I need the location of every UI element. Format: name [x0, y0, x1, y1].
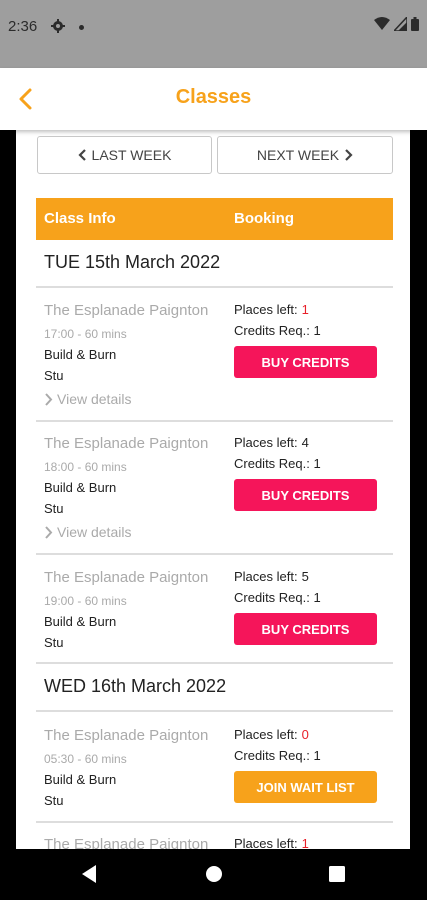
places-left: Places left: 1 [234, 836, 309, 849]
class-row: The Esplanade Paignton 19:00 - 60 mins B… [36, 569, 393, 661]
class-location: The Esplanade Paignton [44, 727, 209, 744]
places-left: Places left: 4 [234, 435, 309, 450]
view-details-label: View details [57, 391, 132, 407]
next-week-button[interactable]: NEXT WEEK [217, 136, 393, 174]
status-bar: 2:36 [0, 0, 427, 68]
places-count: 1 [301, 836, 309, 849]
places-count: 1 [301, 302, 309, 317]
system-nav-bar [0, 849, 427, 900]
class-row: The Esplanade Paignton 18:00 - 60 mins B… [36, 435, 393, 553]
view-details-label: View details [57, 524, 132, 540]
credits-required: Credits Req.: 1 [234, 456, 321, 471]
nav-back-icon[interactable] [80, 863, 98, 885]
class-time: 19:00 - 60 mins [44, 594, 127, 608]
places-count: 5 [301, 569, 309, 584]
notification-dot-icon [79, 25, 84, 30]
nav-recents-icon[interactable] [328, 863, 346, 885]
buy-credits-button[interactable]: BUY CREDITS [234, 613, 377, 645]
class-location: The Esplanade Paignton [44, 569, 209, 586]
credits-required: Credits Req.: 1 [234, 748, 321, 763]
class-name: Build & Burn [44, 347, 117, 362]
class-name: Build & Burn [44, 772, 117, 787]
status-time: 2:36 [8, 18, 38, 35]
settings-gear-icon [51, 19, 65, 33]
class-name: Build & Burn [44, 480, 117, 495]
view-details-link[interactable]: View details [44, 524, 131, 540]
places-left: Places left: 1 [234, 302, 309, 317]
app-bar: Classes [0, 68, 427, 130]
class-time: 05:30 - 60 mins [44, 752, 127, 766]
wifi-icon [374, 17, 390, 30]
divider [36, 821, 393, 823]
nav-home-icon[interactable] [204, 863, 224, 885]
class-instructor: Stu [44, 793, 64, 808]
table-header: Class Info Booking [36, 198, 393, 240]
divider [36, 286, 393, 288]
class-row: The Esplanade Paignton 17:00 - 60 mins B… [36, 302, 393, 420]
buy-credits-button[interactable]: BUY CREDITS [234, 479, 377, 511]
week-navigation: LAST WEEK NEXT WEEK [37, 136, 393, 174]
next-week-label: NEXT WEEK [256, 147, 340, 163]
view-details-link[interactable]: View details [44, 391, 131, 407]
credits-required: Credits Req.: 1 [234, 323, 321, 338]
class-row: The Esplanade Paignton 05:30 - 60 mins B… [36, 727, 393, 819]
class-instructor: Stu [44, 501, 64, 516]
page-title: Classes [175, 86, 252, 108]
divider [36, 710, 393, 712]
battery-icon [411, 17, 419, 31]
class-time: 17:00 - 60 mins [44, 327, 127, 341]
credits-required: Credits Req.: 1 [234, 590, 321, 605]
class-location: The Esplanade Paignton [44, 435, 209, 452]
places-count: 0 [301, 727, 309, 742]
class-name: Build & Burn [44, 614, 117, 629]
places-left: Places left: 0 [234, 727, 309, 742]
places-left: Places left: 5 [234, 569, 309, 584]
chevron-right-icon [45, 392, 53, 406]
chevron-left-icon [77, 149, 86, 161]
buy-credits-button[interactable]: BUY CREDITS [234, 346, 377, 378]
cell-signal-icon [394, 17, 407, 31]
last-week-label: LAST WEEK [91, 147, 172, 163]
class-row: The Esplanade Paignton Places left: 1 [36, 836, 393, 849]
class-instructor: Stu [44, 368, 64, 383]
chevron-right-icon [345, 149, 353, 161]
class-location: The Esplanade Paignton [44, 836, 209, 849]
divider [36, 420, 393, 422]
places-count: 4 [301, 435, 309, 450]
class-location: The Esplanade Paignton [44, 302, 209, 319]
class-time: 18:00 - 60 mins [44, 460, 127, 474]
class-list[interactable]: LAST WEEK NEXT WEEK Class Info Booking T… [16, 130, 410, 849]
system-icons [374, 17, 419, 31]
divider [36, 553, 393, 555]
day-header: TUE 15th March 2022 [44, 252, 221, 272]
join-wait-list-button[interactable]: JOIN WAIT LIST [234, 771, 377, 803]
chevron-right-icon [45, 525, 53, 539]
day-header: WED 16th March 2022 [44, 676, 227, 696]
divider [36, 662, 393, 664]
last-week-button[interactable]: LAST WEEK [37, 136, 212, 174]
class-info-heading: Class Info [44, 210, 116, 227]
booking-heading: Booking [234, 210, 294, 227]
class-instructor: Stu [44, 635, 64, 650]
